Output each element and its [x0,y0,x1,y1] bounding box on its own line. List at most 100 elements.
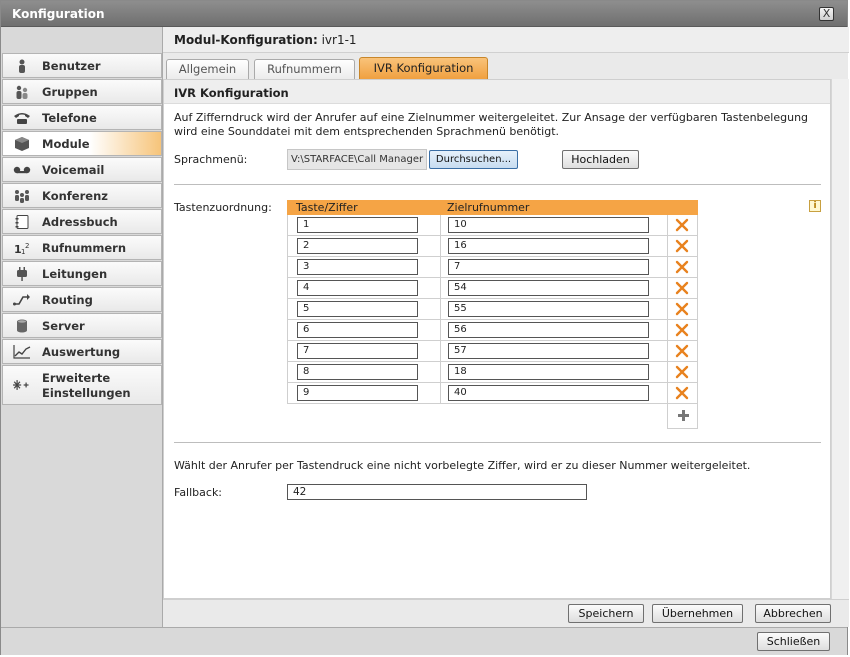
lines-icon [17,267,27,281]
sidebar-item-rufnummern[interactable]: 112 Rufnummern [2,235,162,260]
target-number-input[interactable]: 54 [448,280,649,296]
routing-icon [13,294,30,306]
add-cell [667,404,698,429]
delete-row-icon[interactable] [675,239,689,253]
sidebar-item-label: Telefone [42,111,97,125]
delete-cell [667,215,698,236]
fallback-label: Fallback: [174,486,223,499]
window-close-button[interactable]: X [819,7,834,21]
target-number-input[interactable]: 56 [448,322,649,338]
delete-row-icon[interactable] [675,386,689,400]
key-input[interactable]: 8 [297,364,418,380]
key-input[interactable]: 3 [297,259,418,275]
delete-row-icon[interactable] [675,323,689,337]
sidebar-item-adressbuch[interactable]: Adressbuch [2,209,162,234]
key-input[interactable]: 1 [297,217,418,233]
target-number-input[interactable]: 57 [448,343,649,359]
sidebar-item-label: Adressbuch [42,215,118,229]
sidebar-item-routing[interactable]: Routing [2,287,162,312]
table-row: 6 56 [287,320,668,341]
advanced-settings-icon [13,380,29,390]
key-input[interactable]: 5 [297,301,418,317]
user-icon [19,59,25,73]
sidebar: Benutzer Gruppen Telefone Module Voicema… [2,53,162,406]
configuration-window: Konfiguration X Benutzer Gruppen Telefon… [0,0,849,655]
section-title: IVR Konfiguration [174,86,289,100]
sidebar-item-label: Auswertung [42,345,121,359]
module-name: ivr1-1 [321,33,357,47]
delete-cell [667,278,698,299]
sidebar-item-benutzer[interactable]: Benutzer [2,53,162,78]
delete-cell [667,320,698,341]
target-number-input[interactable]: 18 [448,364,649,380]
table-row: 5 55 [287,299,668,320]
window-title: Konfiguration [12,7,105,21]
phone-icon [14,113,30,124]
sidebar-item-label: Rufnummern [42,241,127,255]
numbers-icon: 1 12 [14,242,29,255]
delete-cell [667,341,698,362]
sidebar-item-konferenz[interactable]: Konferenz [2,183,162,208]
save-button[interactable]: Speichern [568,604,644,623]
tab-bar: Allgemein Rufnummern IVR Konfiguration [163,57,849,79]
target-number-input[interactable]: 55 [448,301,649,317]
delete-row-icon[interactable] [675,260,689,274]
window-titlebar: Konfiguration X [1,1,847,27]
delete-row-icon[interactable] [675,344,689,358]
vertical-scrollbar[interactable] [831,79,849,599]
sidebar-item-gruppen[interactable]: Gruppen [2,79,162,104]
group-icon [16,85,28,99]
sidebar-item-server[interactable]: Server [2,313,162,338]
divider [174,442,821,443]
browse-button[interactable]: Durchsuchen... [429,150,518,169]
apply-button[interactable]: Übernehmen [652,604,743,623]
delete-row-icon[interactable] [675,302,689,316]
tab-allgemein[interactable]: Allgemein [166,59,249,79]
target-number-input[interactable]: 16 [448,238,649,254]
module-title: Modul-Konfiguration: ivr1-1 [174,33,357,47]
window-bottom-bar: Schließen [1,627,847,655]
sidebar-item-label: Benutzer [42,59,101,73]
table-row: 7 57 [287,341,668,362]
tab-ivr-konfiguration[interactable]: IVR Konfiguration [359,57,488,79]
upload-button[interactable]: Hochladen [562,150,639,169]
main-panel: Modul-Konfiguration: ivr1-1 Allgemein Ru… [162,27,849,627]
key-input[interactable]: 2 [297,238,418,254]
info-icon[interactable]: i [809,200,821,212]
sidebar-item-leitungen[interactable]: Leitungen [2,261,162,286]
delete-row-icon[interactable] [675,365,689,379]
add-row-icon[interactable] [677,409,690,422]
key-input[interactable]: 4 [297,280,418,296]
table-header: Taste/Ziffer Zielrufnummer [287,200,698,215]
sprachmenu-label: Sprachmenü: [174,153,248,166]
sidebar-item-telefone[interactable]: Telefone [2,105,162,130]
sidebar-item-label: Konferenz [42,189,108,203]
column-header-key: Taste/Ziffer [296,201,358,214]
sidebar-item-voicemail[interactable]: Voicemail [2,157,162,182]
delete-cell [667,362,698,383]
close-button[interactable]: Schließen [757,632,830,651]
module-icon [15,137,29,151]
sidebar-item-module[interactable]: Module [2,131,162,156]
delete-row-icon[interactable] [675,218,689,232]
sidebar-item-label: Gruppen [42,85,98,99]
target-number-input[interactable]: 7 [448,259,649,275]
cancel-button[interactable]: Abbrechen [755,604,831,623]
sidebar-item-label: Server [42,319,85,333]
sidebar-item-auswertung[interactable]: Auswertung [2,339,162,364]
target-number-input[interactable]: 10 [448,217,649,233]
key-input[interactable]: 7 [297,343,418,359]
delete-row-icon[interactable] [675,281,689,295]
server-icon [17,319,27,333]
target-number-input[interactable]: 40 [448,385,649,401]
module-title-prefix: Modul-Konfiguration: [174,33,318,47]
fallback-input[interactable]: 42 [287,484,587,500]
table-row: 8 18 [287,362,668,383]
sidebar-item-label: Module [42,137,90,151]
section-header: IVR Konfiguration [164,80,830,104]
sound-file-path-field[interactable]: V:\STARFACE\Call Manager [287,149,427,170]
tab-rufnummern[interactable]: Rufnummern [254,59,355,79]
sidebar-item-erweiterte-einstellungen[interactable]: Erweiterte Einstellungen [2,365,162,405]
key-input[interactable]: 6 [297,322,418,338]
key-input[interactable]: 9 [297,385,418,401]
